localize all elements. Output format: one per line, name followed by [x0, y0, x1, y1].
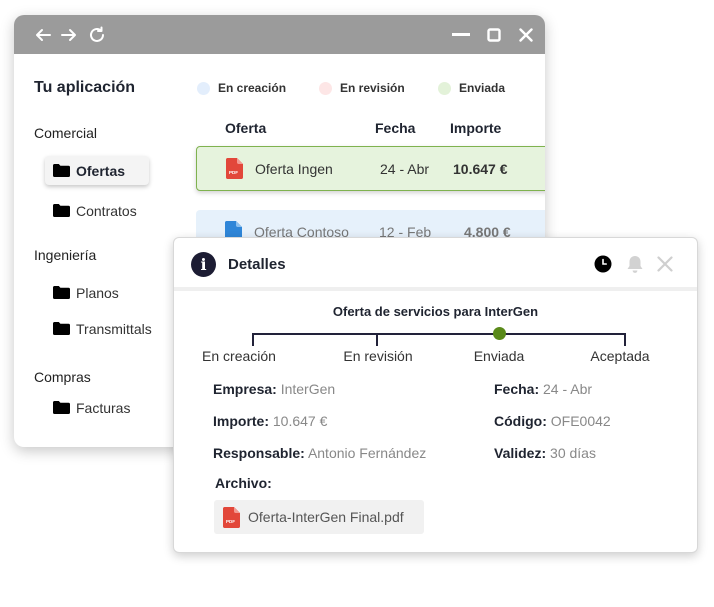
timeline-step-en-revision: En revisión: [343, 348, 413, 364]
sidebar-section-ingenieria: Ingeniería: [34, 247, 97, 263]
details-title: Detalles: [228, 256, 286, 273]
field-value: 10.647 €: [272, 413, 328, 429]
field-value: 30 días: [550, 445, 596, 461]
attached-file[interactable]: PDF Oferta-InterGen Final.pdf: [214, 500, 424, 534]
folder-icon: [53, 322, 70, 335]
field-empresa: Empresa: InterGen: [213, 381, 335, 397]
field-responsable: Responsable: Antonio Fernández: [213, 445, 426, 461]
row-amount: 10.647 €: [453, 161, 508, 177]
field-value: InterGen: [280, 381, 336, 397]
column-header-fecha[interactable]: Fecha: [375, 120, 415, 136]
field-label: Validez:: [494, 445, 547, 461]
column-header-oferta[interactable]: Oferta: [225, 120, 266, 136]
close-icon[interactable]: [655, 254, 675, 274]
sidebar-section-comercial: Comercial: [34, 125, 98, 141]
row-date: 24 - Abr: [380, 161, 430, 177]
status-dot-icon: [438, 81, 451, 95]
offer-title: Oferta de servicios para InterGen: [332, 304, 539, 319]
folder-icon: [53, 164, 70, 177]
field-value: 24 - Abr: [543, 381, 593, 397]
legend-label: Enviada: [459, 81, 506, 95]
close-icon[interactable]: [516, 25, 536, 45]
minimize-icon[interactable]: [451, 25, 471, 45]
status-timeline: [252, 333, 626, 335]
timeline-tick: [376, 333, 378, 346]
divider: [174, 287, 697, 291]
timeline-tick: [252, 333, 254, 346]
sidebar-section-compras: Compras: [34, 369, 91, 385]
field-label: Empresa:: [213, 381, 277, 397]
pdf-file-icon: PDF: [223, 506, 240, 528]
folder-icon: [53, 286, 70, 299]
status-dot-icon: [319, 81, 332, 95]
sidebar-item-facturas[interactable]: Facturas: [45, 393, 138, 422]
archivo-label: Archivo:: [215, 475, 272, 491]
file-name: Oferta-InterGen Final.pdf: [248, 509, 404, 525]
sidebar-item-planos[interactable]: Planos: [45, 278, 127, 307]
field-codigo: Código: OFE0042: [494, 413, 611, 429]
timeline-step-aceptada: Aceptada: [590, 348, 650, 364]
sidebar-item-label: Planos: [76, 284, 119, 301]
legend-label: En creación: [218, 81, 287, 95]
svg-text:PDF: PDF: [226, 519, 235, 524]
field-fecha: Fecha: 24 - Abr: [494, 381, 592, 397]
table-row[interactable]: PDF Oferta Ingen 24 - Abr 10.647 €: [196, 146, 545, 191]
timeline-tick: [624, 333, 626, 346]
reload-icon[interactable]: [87, 25, 107, 45]
column-header-importe[interactable]: Importe: [450, 120, 501, 136]
sidebar-item-ofertas[interactable]: Ofertas: [45, 156, 149, 185]
folder-icon: [53, 401, 70, 414]
timeline-step-en-creacion: En creación: [202, 348, 276, 364]
clock-icon[interactable]: [593, 254, 613, 274]
field-label: Fecha:: [494, 381, 540, 397]
arrow-right-icon[interactable]: [59, 25, 79, 45]
app-title: Tu aplicación: [34, 79, 136, 96]
sidebar-item-label: Transmittals: [76, 320, 152, 337]
pdf-file-icon: PDF: [226, 158, 243, 179]
legend-label: En revisión: [340, 81, 405, 95]
sidebar-item-label: Contratos: [76, 202, 137, 219]
field-importe: Importe: 10.647 €: [213, 413, 327, 429]
sidebar-item-label: Ofertas: [76, 162, 126, 179]
legend-en-creacion: En creación: [197, 81, 286, 95]
arrow-left-icon[interactable]: [33, 25, 53, 45]
field-label: Código:: [494, 413, 547, 429]
window-titlebar: [14, 15, 545, 54]
field-validez: Validez: 30 días: [494, 445, 596, 461]
timeline-current-marker: [493, 327, 506, 340]
sidebar-item-transmittals[interactable]: Transmittals: [45, 314, 160, 343]
maximize-icon[interactable]: [484, 25, 504, 45]
timeline-step-enviada: Enviada: [473, 348, 525, 364]
sidebar-item-label: Facturas: [76, 399, 131, 416]
field-label: Responsable:: [213, 445, 305, 461]
sidebar-item-contratos[interactable]: Contratos: [45, 196, 145, 225]
details-panel: i Detalles Oferta de servicios para Inte…: [173, 237, 698, 553]
status-dot-icon: [197, 81, 210, 95]
info-icon: i: [191, 252, 216, 277]
legend-enviada: Enviada: [438, 81, 505, 95]
legend-en-revision: En revisión: [319, 81, 405, 95]
bell-icon[interactable]: [625, 254, 645, 274]
field-value: Antonio Fernández: [307, 445, 427, 461]
svg-text:PDF: PDF: [229, 170, 238, 175]
row-name: Oferta Ingen: [255, 161, 333, 177]
field-value: OFE0042: [550, 413, 611, 429]
field-label: Importe:: [213, 413, 269, 429]
folder-icon: [53, 204, 70, 217]
